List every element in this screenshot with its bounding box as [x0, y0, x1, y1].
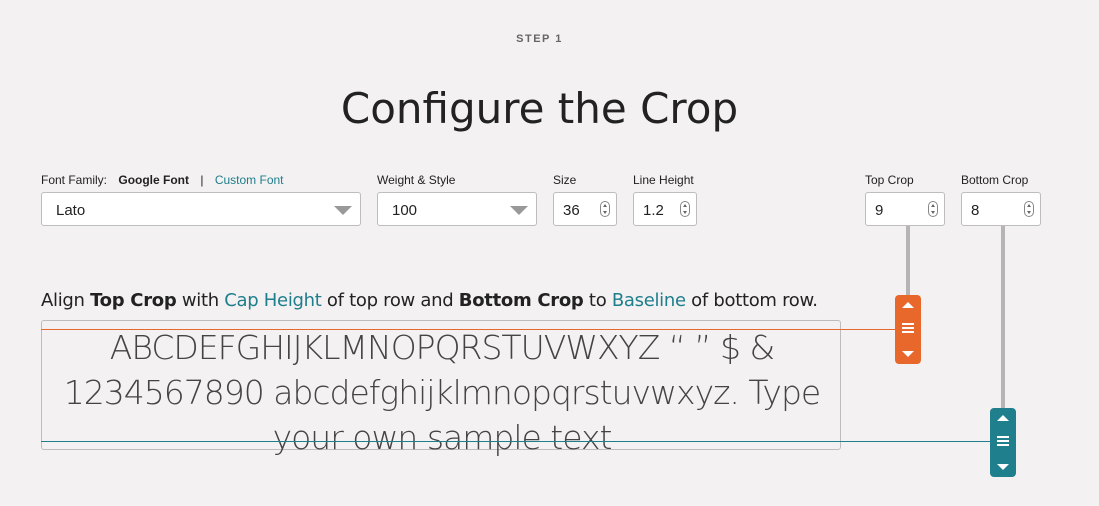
line-height-value: 1.2	[643, 202, 664, 219]
instruction-text: Align Top Crop with Cap Height of top ro…	[41, 290, 818, 311]
sample-text-box[interactable]: ABCDEFGHIJKLMNOPQRSTUVWXYZ “ ” $ & 12345…	[41, 320, 841, 457]
size-label: Size	[553, 173, 577, 187]
triangle-down-icon	[334, 206, 352, 215]
bottom-crop-rail	[1001, 226, 1005, 408]
bottom-crop-value: 8	[971, 202, 980, 219]
page-title: Configure the Crop	[340, 84, 739, 133]
font-family-label-row: Font Family: Google Font | Custom Font	[41, 173, 284, 187]
bottom-crop-guide-line	[41, 441, 1003, 442]
bottom-crop-input[interactable]: 8	[961, 192, 1041, 226]
bottom-crop-label: Bottom Crop	[961, 173, 1029, 187]
spinner-icon[interactable]	[1024, 201, 1034, 217]
font-family-select[interactable]: Lato	[41, 192, 361, 226]
top-crop-label: Top Crop	[865, 173, 914, 187]
top-crop-drag-handle[interactable]	[895, 295, 921, 364]
font-family-label: Font Family:	[41, 173, 108, 187]
baseline-term: Baseline	[611, 290, 686, 311]
weight-style-label: Weight & Style	[377, 173, 456, 187]
spinner-icon[interactable]	[600, 201, 610, 217]
instruction-top-crop: Top Crop	[90, 290, 177, 311]
custom-font-link[interactable]: Custom Font	[215, 173, 284, 187]
spinner-icon[interactable]	[928, 201, 938, 217]
step-label: STEP 1	[516, 33, 563, 45]
top-crop-value: 9	[875, 202, 884, 219]
weight-style-select[interactable]: 100	[377, 192, 537, 226]
instruction-bottom-crop: Bottom Crop	[458, 290, 584, 311]
bottom-crop-drag-handle[interactable]	[990, 408, 1016, 477]
font-family-value: Lato	[56, 202, 86, 219]
drag-handle-icon	[902, 323, 914, 333]
cap-height-term: Cap Height	[224, 290, 322, 311]
arrow-down-icon[interactable]	[997, 464, 1009, 470]
weight-style-value: 100	[392, 202, 418, 219]
arrow-up-icon[interactable]	[902, 302, 914, 308]
arrow-down-icon[interactable]	[902, 351, 914, 357]
triangle-down-icon	[510, 206, 528, 215]
top-crop-rail	[906, 226, 910, 296]
google-font-option[interactable]: Google Font	[118, 173, 189, 187]
drag-handle-icon	[997, 436, 1009, 446]
top-crop-guide-line	[41, 329, 907, 330]
sample-text[interactable]: ABCDEFGHIJKLMNOPQRSTUVWXYZ “ ” $ & 12345…	[42, 325, 842, 460]
line-height-label: Line Height	[633, 173, 694, 187]
spinner-icon[interactable]	[680, 201, 690, 217]
arrow-up-icon[interactable]	[997, 415, 1009, 421]
option-separator: |	[200, 173, 204, 187]
size-input[interactable]: 36	[553, 192, 617, 226]
line-height-input[interactable]: 1.2	[633, 192, 697, 226]
size-value: 36	[563, 202, 580, 219]
top-crop-input[interactable]: 9	[865, 192, 945, 226]
